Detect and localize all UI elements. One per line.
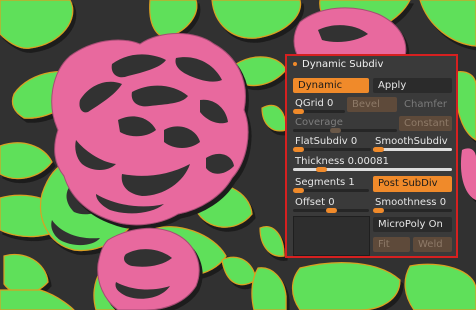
smoothsubdiv-label: SmoothSubdiv [375,136,448,147]
smoothness-value: 0 [439,197,447,208]
smoothness-slider[interactable]: Smoothness 0 [373,196,452,213]
thickness-value: 0.00081 [347,156,389,167]
offset-value: 0 [328,197,335,208]
flatsubdiv-slider[interactable]: FlatSubdiv 0 [293,135,371,152]
panel-title: Dynamic Subdiv [302,59,384,70]
flatsubdiv-label: FlatSubdiv 0 [295,136,358,147]
chamfer-button[interactable]: Chamfer [399,97,452,112]
micropoly-preview-box[interactable] [293,216,370,256]
offset-slider[interactable]: Offset 0 [293,196,369,213]
segments-value: 1 [348,177,355,188]
thickness-slider[interactable]: Thickness 0.00081 [293,155,452,172]
pink-rose-lower [97,227,200,310]
dynamic-button[interactable]: Dynamic [293,78,369,93]
micropoly-on-button[interactable]: MicroPoly On [373,217,452,232]
post-subdiv-button[interactable]: Post SubDiv [373,176,452,192]
qgrid-slider[interactable]: QGrid 0 [293,97,345,114]
apply-button[interactable]: Apply [373,78,452,93]
smoothness-label: Smoothness 0 [375,197,447,208]
segments-slider[interactable]: Segments 1 [293,176,369,193]
qgrid-value: 0 [327,98,334,109]
dynamic-subdiv-panel: Dynamic Subdiv Dynamic Apply QGrid 0 Bev… [285,54,458,258]
fit-button[interactable]: Fit [373,237,410,252]
smoothsubdiv-slider[interactable]: SmoothSubdiv [373,135,452,152]
constant-button[interactable]: Constant [399,116,452,131]
bevel-button[interactable]: Bevel [347,97,397,112]
panel-header[interactable]: Dynamic Subdiv [293,59,383,70]
flatsubdiv-value: 0 [350,136,358,147]
dot-icon [293,62,297,66]
thickness-label: Thickness 0.00081 [295,156,389,167]
coverage-slider[interactable]: Coverage [293,116,397,133]
segments-label: Segments 1 [295,177,355,188]
weld-button[interactable]: Weld [413,237,452,252]
